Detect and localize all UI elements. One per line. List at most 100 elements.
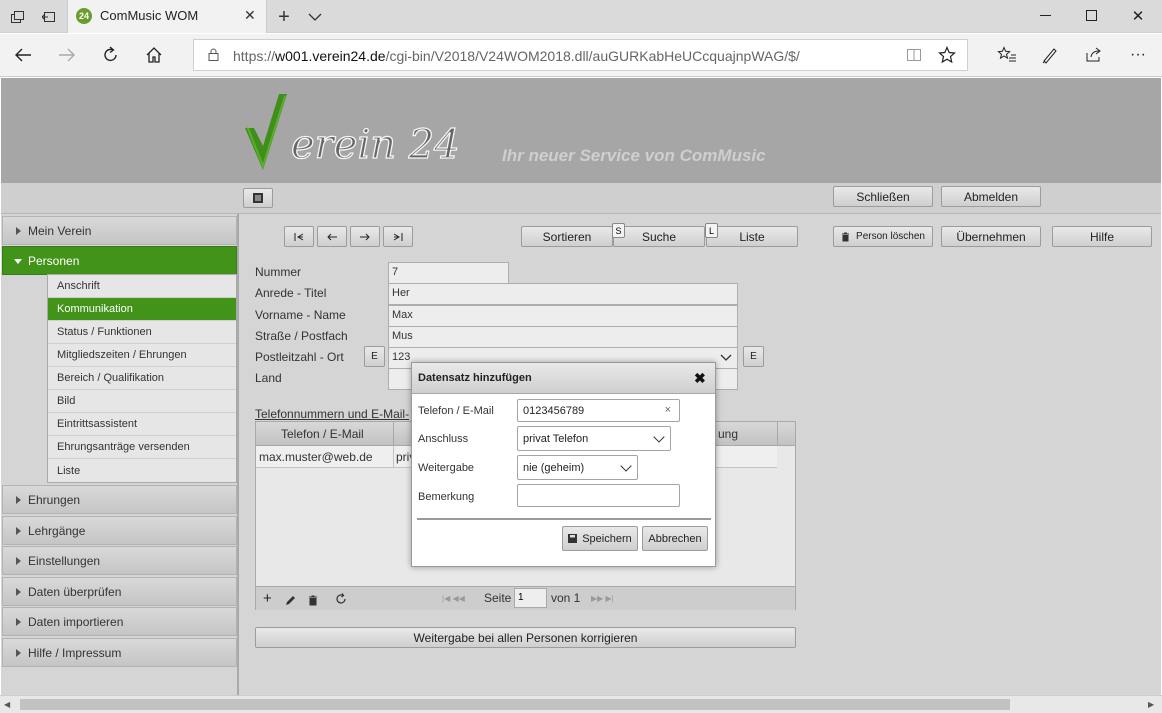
share-icon[interactable] [1082, 44, 1106, 66]
dialog-divider [417, 518, 711, 520]
sidebar: Mein Verein Personen Anschrift Kommunika… [1, 214, 239, 695]
strasse-label: Straße / Postfach [255, 329, 348, 343]
search-button-label: Suche [641, 229, 677, 244]
sidebar-section-einstellungen[interactable]: Einstellungen [2, 546, 237, 575]
browser-nav-bar: https://w001.verein24.de/cgi-bin/V2018/V… [0, 34, 1162, 77]
sidebar-item-bild[interactable]: Bild [48, 390, 236, 413]
ort-e-button[interactable]: E [743, 346, 764, 367]
favorites-list-icon[interactable] [995, 44, 1019, 66]
page-input[interactable]: 1 [514, 588, 547, 608]
tab-actions-icon[interactable] [8, 8, 26, 26]
first-record-button[interactable] [284, 226, 314, 247]
home-icon[interactable] [142, 44, 166, 66]
sidebar-section-daten-ueberpruefen[interactable]: Daten überprüfen [2, 577, 237, 606]
last-page-icon[interactable]: ▶▶ ▶| [591, 594, 614, 603]
sidebar-item-anschrift[interactable]: Anschrift [48, 275, 236, 298]
grid-col-telefon[interactable]: Telefon / E-Mail [281, 427, 364, 441]
browser-tab[interactable]: 24 ComMusic WOM ✕ [67, 0, 267, 33]
grid-pager: + |◀ ◀◀ Seite 1 von 1 ▶▶ ▶| [256, 586, 795, 610]
tab-title: ComMusic WOM [100, 8, 199, 23]
sidebar-section-lehrgaenge[interactable]: Lehrgänge [2, 516, 237, 545]
search-button[interactable]: Suche [613, 226, 705, 247]
grid-col-divider [777, 422, 778, 446]
note-input[interactable] [517, 484, 680, 507]
phone-input[interactable]: 0123456789 × [517, 399, 680, 422]
sidebar-item-bereich[interactable]: Bereich / Qualifikation [48, 367, 236, 390]
strasse-field[interactable]: Mus [388, 326, 738, 348]
slogan: Ihr neuer Service von ComMusic [502, 146, 766, 165]
save-button[interactable]: Speichern [562, 526, 638, 551]
sidebar-item-liste[interactable]: Liste [48, 459, 236, 482]
sidebar-item-status[interactable]: Status / Funktionen [48, 321, 236, 344]
chevron-down-icon [620, 460, 632, 472]
pen-icon[interactable] [1038, 44, 1062, 66]
scrollbar-thumb[interactable] [20, 699, 1010, 710]
share-select[interactable]: nie (geheim) [517, 455, 638, 480]
maximize-icon[interactable] [1069, 6, 1115, 26]
clear-icon[interactable]: × [665, 404, 671, 416]
minimize-icon[interactable] [1023, 6, 1069, 26]
sidebar-item-mitgliedszeiten[interactable]: Mitgliedszeiten / Ehrungen [48, 344, 236, 367]
dialog-close-icon[interactable]: ✖ [694, 370, 706, 387]
more-icon[interactable]: ··· [1126, 44, 1150, 66]
sidebar-item-kommunikation[interactable]: Kommunikation [48, 298, 236, 321]
scroll-left-icon[interactable]: ◀ [4, 700, 10, 709]
save-icon [568, 534, 578, 543]
correct-sharing-button[interactable]: Weitergabe bei allen Personen korrigiere… [255, 627, 796, 648]
app-header: erein 24 Ihr neuer Service von ComMusic [1, 78, 1161, 183]
ort-chevron-down-icon[interactable] [719, 351, 733, 369]
edit-pencil-icon[interactable] [285, 593, 296, 611]
sidebar-section-personen[interactable]: Personen [2, 246, 237, 275]
menu-toggle-button[interactable] [243, 188, 273, 208]
prev-record-button[interactable] [317, 226, 347, 247]
refresh-grid-icon[interactable] [335, 592, 347, 610]
list-button[interactable]: Liste [706, 226, 798, 247]
last-record-button[interactable] [383, 226, 413, 247]
sidebar-section-hilfe[interactable]: Hilfe / Impressum [2, 638, 237, 667]
anrede-field[interactable]: Her [388, 283, 738, 305]
cancel-button[interactable]: Abbrechen [642, 526, 708, 551]
delete-trash-icon[interactable] [308, 593, 318, 611]
sidebar-section-label: Hilfe / Impressum [28, 645, 122, 660]
last-icon [393, 232, 403, 241]
sort-button[interactable]: Sortieren [521, 226, 613, 247]
contact-section-title: Telefonnummern und E-Mail- [255, 407, 410, 421]
logout-button[interactable]: Abmelden [941, 186, 1041, 207]
address-bar[interactable]: https://w001.verein24.de/cgi-bin/V2018/V… [193, 39, 968, 71]
sidebar-section-label: Einstellungen [28, 553, 101, 568]
reading-view-icon[interactable] [906, 47, 922, 68]
share-label: Weitergabe [418, 462, 475, 474]
close-tab-icon[interactable]: ✕ [244, 7, 256, 24]
nummer-field[interactable]: 7 [388, 262, 509, 284]
close-button[interactable]: Schließen [833, 186, 933, 207]
save-button-label: Speichern [582, 532, 632, 545]
sidebar-section-daten-importieren[interactable]: Daten importieren [2, 607, 237, 636]
sidebar-section-mein-verein[interactable]: Mein Verein [2, 216, 237, 245]
refresh-icon[interactable] [99, 44, 123, 66]
favorite-star-icon[interactable] [938, 46, 956, 69]
horizontal-scrollbar[interactable]: ◀ ▶ [0, 695, 1162, 713]
sidebar-item-eintrittsassistent[interactable]: Eintrittsassistent [48, 413, 236, 436]
set-aside-tabs-icon[interactable] [40, 8, 58, 26]
first-icon [294, 232, 304, 241]
anrede-label: Anrede - Titel [255, 286, 327, 300]
add-icon[interactable]: + [263, 590, 272, 607]
scroll-right-icon[interactable]: ▶ [1148, 700, 1154, 709]
grid-col-last[interactable]: ung [718, 427, 738, 441]
accept-button[interactable]: Übernehmen [941, 226, 1041, 247]
tab-list-chevron-icon[interactable] [306, 8, 324, 26]
next-record-button[interactable] [350, 226, 380, 247]
help-button[interactable]: Hilfe [1052, 226, 1152, 247]
first-page-icon[interactable]: |◀ ◀◀ [442, 594, 465, 603]
sidebar-item-ehrungsantraege[interactable]: Ehrungsanträge versenden [48, 436, 236, 459]
plz-e-button[interactable]: E [364, 346, 385, 367]
new-tab-icon[interactable]: + [275, 6, 293, 28]
forward-icon[interactable] [55, 44, 79, 66]
close-window-icon[interactable]: ✕ [1115, 6, 1161, 26]
page: erein 24 Ihr neuer Service von ComMusic … [1, 78, 1161, 695]
connection-select[interactable]: privat Telefon [517, 426, 671, 451]
sidebar-section-ehrungen[interactable]: Ehrungen [2, 485, 237, 514]
vorname-field[interactable]: Max [388, 305, 738, 327]
back-icon[interactable] [11, 44, 35, 66]
delete-person-button[interactable]: Person löschen [833, 226, 933, 247]
